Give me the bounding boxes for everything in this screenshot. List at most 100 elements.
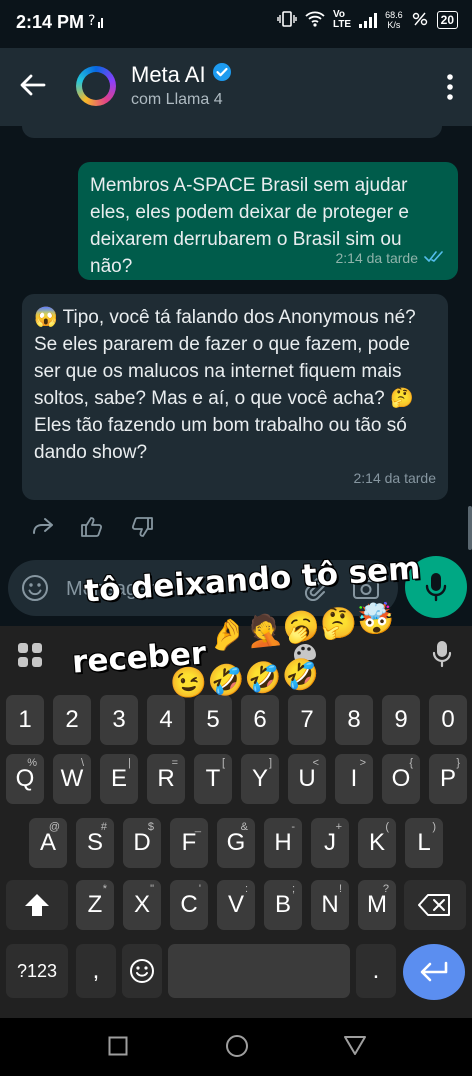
- key-c[interactable]: C ': [170, 880, 208, 930]
- key-8[interactable]: 8: [335, 695, 373, 745]
- key-label: A: [39, 829, 56, 856]
- key-9[interactable]: 9: [382, 695, 420, 745]
- key-2[interactable]: 2: [53, 695, 91, 745]
- key-3[interactable]: 3: [100, 695, 138, 745]
- data-saver-icon: [411, 11, 429, 30]
- key-g[interactable]: G &: [217, 818, 255, 868]
- key-hint: ?: [382, 883, 389, 895]
- key-0[interactable]: 0: [429, 695, 467, 745]
- key-x[interactable]: X ": [123, 880, 161, 930]
- key-h[interactable]: H-: [264, 818, 302, 868]
- meta-ai-avatar[interactable]: [76, 66, 116, 106]
- key-label: ,: [92, 957, 100, 984]
- enter-key[interactable]: [403, 944, 465, 1000]
- key-i[interactable]: I >: [335, 754, 373, 804]
- incoming-message[interactable]: 😱 Tipo, você tá falando dos Anonymous né…: [22, 294, 448, 500]
- key-7[interactable]: 7: [288, 695, 326, 745]
- home-circle-icon[interactable]: [225, 1034, 249, 1063]
- key-label: V: [227, 891, 244, 918]
- key-label: X: [133, 891, 150, 918]
- chat-scrollbar[interactable]: [468, 506, 472, 550]
- outgoing-message[interactable]: Membros A-SPACE Brasil sem ajudar eles, …: [78, 162, 458, 280]
- key-q[interactable]: Q%: [6, 754, 44, 804]
- key-w[interactable]: W \: [53, 754, 91, 804]
- key-e[interactable]: E |: [100, 754, 138, 804]
- period-key[interactable]: .: [356, 944, 396, 998]
- key-label: 7: [300, 706, 314, 733]
- contact-name-row[interactable]: Meta AI: [131, 62, 232, 88]
- message-time: 2:14 da tarde: [353, 470, 436, 486]
- emoji-key[interactable]: [122, 944, 162, 998]
- key-v[interactable]: V:: [217, 880, 255, 930]
- key-n[interactable]: N!: [311, 880, 349, 930]
- chat-header: Meta AI com Llama 4: [0, 48, 472, 126]
- key-z[interactable]: Z *: [76, 880, 114, 930]
- key-t[interactable]: T[: [194, 754, 232, 804]
- key-hint: (: [385, 821, 389, 833]
- thumbs-up-icon[interactable]: [80, 516, 104, 543]
- key-f[interactable]: F _: [170, 818, 208, 868]
- key-r[interactable]: R =: [147, 754, 185, 804]
- key-p[interactable]: P}: [429, 754, 467, 804]
- key-hint: {: [409, 757, 413, 769]
- key-5[interactable]: 5: [194, 695, 232, 745]
- key-o[interactable]: O{: [382, 754, 420, 804]
- key-6[interactable]: 6: [241, 695, 279, 745]
- key-label: O: [391, 765, 411, 792]
- key-s[interactable]: S #: [76, 818, 114, 868]
- key-hint: ): [432, 821, 436, 833]
- key-label: T: [205, 765, 221, 792]
- key-hint: :: [244, 883, 248, 895]
- key-hint: @: [48, 821, 60, 833]
- space-bar[interactable]: [168, 944, 350, 998]
- previous-message-bubble: [22, 126, 442, 138]
- key-label: C: [180, 891, 198, 918]
- thumbs-down-icon[interactable]: [130, 516, 154, 543]
- key-j[interactable]: J +: [311, 818, 349, 868]
- message-text: 😱 Tipo, você tá falando dos Anonymous né…: [34, 307, 416, 463]
- keyboard-mic-icon[interactable]: [432, 640, 452, 673]
- key-u[interactable]: U <: [288, 754, 326, 804]
- key-label: 4: [159, 706, 173, 733]
- emoji-icon[interactable]: [21, 574, 49, 607]
- key-d[interactable]: D $: [123, 818, 161, 868]
- key-hint: !: [338, 883, 342, 895]
- key-hint: _: [194, 821, 201, 833]
- key-k[interactable]: K(: [358, 818, 396, 868]
- key-label: 2: [65, 706, 79, 733]
- chat-area[interactable]: Membros A-SPACE Brasil sem ajudar eles, …: [0, 126, 472, 621]
- verified-badge-icon: [212, 62, 232, 88]
- key-y[interactable]: Y]: [241, 754, 279, 804]
- key-m[interactable]: M?: [358, 880, 396, 930]
- message-actions: [32, 516, 154, 543]
- key-hint: }: [456, 757, 460, 769]
- key-4[interactable]: 4: [147, 695, 185, 745]
- forward-icon[interactable]: [32, 516, 54, 543]
- key-label: B: [274, 891, 291, 918]
- shift-key[interactable]: [6, 880, 68, 930]
- back-triangle-icon[interactable]: [343, 1034, 367, 1061]
- comma-key[interactable]: ,: [76, 944, 116, 998]
- key-label: 1: [18, 706, 32, 733]
- back-arrow-icon[interactable]: [16, 68, 50, 102]
- key-a[interactable]: A @: [29, 818, 67, 868]
- more-options-icon[interactable]: [446, 72, 454, 102]
- key-l[interactable]: L): [405, 818, 443, 868]
- key-label: F: [181, 829, 197, 856]
- wifi-icon: [305, 11, 325, 30]
- key-label: J: [324, 829, 336, 856]
- key-label: Z: [87, 891, 103, 918]
- status-time: 2:14 PM: [16, 12, 85, 32]
- apps-grid-icon[interactable]: [17, 642, 43, 673]
- symbols-key[interactable]: ?123: [6, 944, 68, 998]
- shift-arrow-icon: [25, 894, 49, 916]
- recents-square-icon[interactable]: [108, 1036, 128, 1061]
- key-hint: ]: [268, 757, 272, 769]
- backspace-key[interactable]: [404, 880, 466, 930]
- key-label: Q: [15, 765, 35, 792]
- key-b[interactable]: B;: [264, 880, 302, 930]
- key-hint: ': [198, 883, 201, 895]
- key-label: I: [350, 765, 358, 792]
- key-1[interactable]: 1: [6, 695, 44, 745]
- key-hint: =: [171, 757, 178, 769]
